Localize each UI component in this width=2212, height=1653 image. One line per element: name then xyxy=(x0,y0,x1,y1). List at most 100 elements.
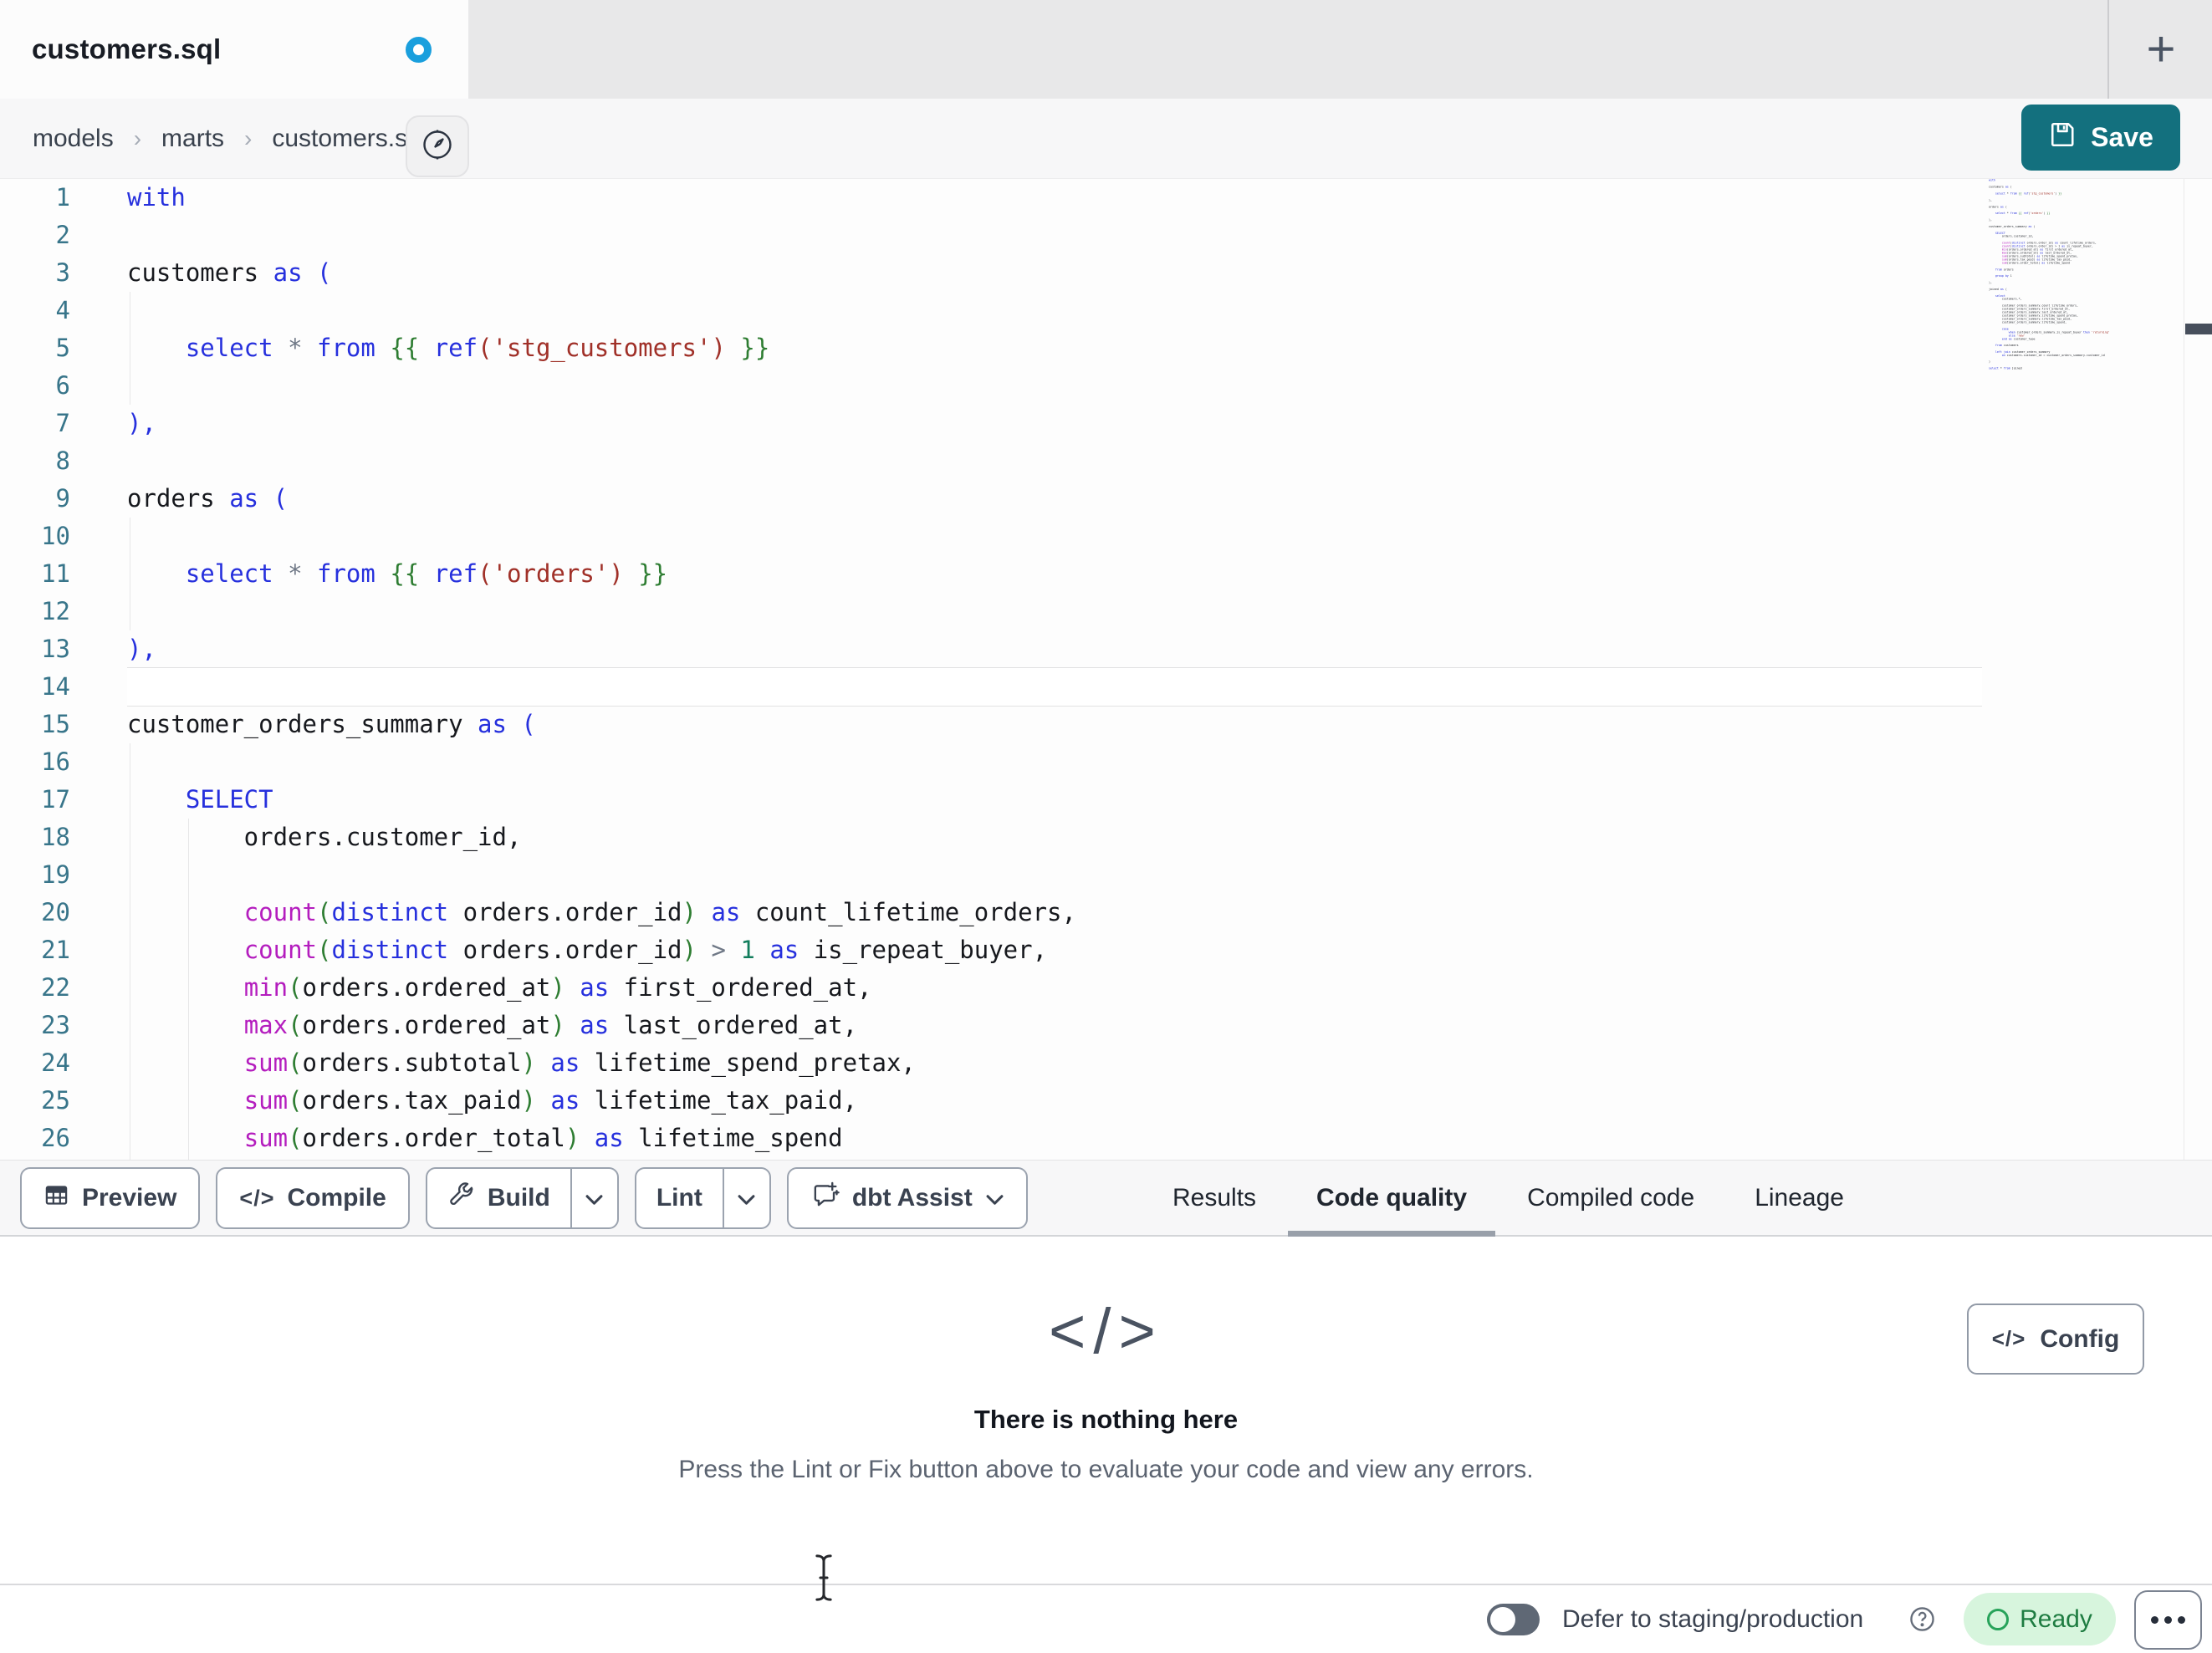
chevron-down-icon xyxy=(985,1184,1004,1212)
code-line[interactable]: 12 xyxy=(0,593,1982,630)
line-number: 6 xyxy=(55,371,70,400)
code-line[interactable]: 8 xyxy=(0,442,1982,480)
code-line[interactable]: 11 select * from {{ ref('orders') }} xyxy=(0,555,1982,593)
compile-button[interactable]: </> Compile xyxy=(216,1167,410,1229)
tab-compiled-code[interactable]: Compiled code xyxy=(1499,1161,1723,1236)
line-number: 13 xyxy=(41,635,70,663)
line-number: 9 xyxy=(55,484,70,513)
compile-button-label: Compile xyxy=(287,1184,386,1212)
chevron-down-icon xyxy=(737,1184,756,1212)
code-line[interactable]: 9 orders as ( xyxy=(0,480,1982,518)
code-icon: </> xyxy=(239,1185,275,1211)
line-number: 3 xyxy=(55,258,70,287)
wrench-icon xyxy=(447,1181,475,1216)
save-button[interactable]: Save xyxy=(2021,105,2180,171)
code-line[interactable]: 26 sum(orders.order_total) as lifetime_s… xyxy=(0,1120,1982,1157)
code-line[interactable]: 21 count(distinct orders.order_id) > 1 a… xyxy=(0,931,1982,969)
code-line[interactable]: 5 select * from {{ ref('stg_customers') … xyxy=(0,329,1982,367)
tabbar-divider xyxy=(2107,0,2109,99)
build-button-main[interactable]: Build xyxy=(427,1169,570,1227)
preview-button[interactable]: Preview xyxy=(20,1167,201,1229)
file-tab-title: customers.sql xyxy=(32,33,222,64)
line-number: 23 xyxy=(41,1011,70,1039)
line-number: 22 xyxy=(41,973,70,1002)
code-line[interactable]: 6 xyxy=(0,367,1982,405)
lint-dropdown-button[interactable] xyxy=(724,1169,769,1227)
breadcrumb-customers-sql[interactable]: customers.sql xyxy=(272,125,427,153)
defer-label: Defer to staging/production xyxy=(1562,1605,1864,1633)
preview-button-label: Preview xyxy=(82,1184,177,1212)
code-line[interactable]: 18 orders.customer_id, xyxy=(0,819,1982,856)
code-line[interactable]: 25 sum(orders.tax_paid) as lifetime_tax_… xyxy=(0,1082,1982,1120)
code-line[interactable]: 10 xyxy=(0,518,1982,555)
dbt-assist-button[interactable]: dbt Assist xyxy=(786,1167,1028,1229)
empty-state-title: There is nothing here xyxy=(973,1405,1239,1434)
line-number: 18 xyxy=(41,823,70,851)
dbt-ide-window: customers.sql + models › marts › custome… xyxy=(0,0,2212,1653)
plus-icon: + xyxy=(2146,21,2176,77)
code-line[interactable]: 16 xyxy=(0,743,1982,781)
build-button-label: Build xyxy=(487,1184,550,1212)
code-line[interactable]: 4 xyxy=(0,292,1982,329)
file-tab-customers-sql[interactable]: customers.sql xyxy=(0,0,468,99)
save-button-label: Save xyxy=(2091,122,2153,152)
tab-lineage[interactable]: Lineage xyxy=(1726,1161,1872,1236)
config-button[interactable]: </> Config xyxy=(1967,1304,2144,1375)
code-line[interactable]: 22 min(orders.ordered_at) as first_order… xyxy=(0,969,1982,1007)
build-dropdown-button[interactable] xyxy=(572,1169,617,1227)
code-line[interactable]: 15 customer_orders_summary as ( xyxy=(0,706,1982,743)
file-subheader: models › marts › customers.sql Save xyxy=(0,99,2212,179)
file-navigate-button[interactable] xyxy=(406,115,469,177)
code-line[interactable]: 7), xyxy=(0,405,1982,442)
code-line[interactable]: 24 sum(orders.subtotal) as lifetime_spen… xyxy=(0,1044,1982,1082)
line-number: 10 xyxy=(41,522,70,550)
code-line[interactable]: 13), xyxy=(0,630,1982,668)
ready-status-label: Ready xyxy=(2020,1605,2092,1633)
line-number: 16 xyxy=(41,747,70,776)
tab-code-quality[interactable]: Code quality xyxy=(1288,1161,1496,1237)
code-line[interactable]: 1 with xyxy=(0,179,1982,217)
line-number: 7 xyxy=(55,409,70,437)
code-line[interactable]: 23 max(orders.ordered_at) as last_ordere… xyxy=(0,1007,1982,1044)
overflow-menu-button[interactable] xyxy=(2134,1590,2202,1650)
ibeam-cursor xyxy=(813,1554,835,1606)
defer-toggle[interactable] xyxy=(1487,1604,1540,1635)
ready-status-icon xyxy=(1987,1608,2010,1630)
breadcrumb: models › marts › customers.sql xyxy=(33,99,427,179)
lint-button-main[interactable]: Lint xyxy=(636,1169,723,1227)
code-line[interactable]: 14 xyxy=(0,668,1982,706)
table-icon xyxy=(43,1182,69,1215)
floppy-disk-icon xyxy=(2048,120,2078,156)
config-button-label: Config xyxy=(2040,1324,2120,1353)
toggle-knob xyxy=(1490,1607,1515,1632)
code-line[interactable]: 17 SELECT xyxy=(0,781,1982,819)
breadcrumb-models[interactable]: models xyxy=(33,125,114,153)
line-number: 1 xyxy=(55,183,70,212)
minimap-content: with customers as ( select * from {{ ref… xyxy=(1989,179,2110,370)
help-icon[interactable] xyxy=(1908,1605,1936,1637)
code-line[interactable]: 3 customers as ( xyxy=(0,254,1982,292)
code-quality-panel: </> There is nothing here Press the Lint… xyxy=(0,1237,2212,1584)
minimap[interactable]: with customers as ( select * from {{ ref… xyxy=(1989,179,2116,446)
code-editor[interactable]: 1 with 2 3 customers as (4 5 select * from {{… xyxy=(0,179,2212,1160)
code-empty-icon: </> xyxy=(1049,1296,1163,1367)
toolbar-buttons: Preview </> Compile Build Lint dbt Assis… xyxy=(20,1167,1028,1229)
tab-results[interactable]: Results xyxy=(1144,1161,1285,1236)
code-line[interactable]: 2 xyxy=(0,217,1982,254)
chevron-down-icon xyxy=(585,1184,604,1212)
line-number: 12 xyxy=(41,597,70,625)
line-number: 15 xyxy=(41,710,70,738)
build-button: Build xyxy=(425,1167,619,1229)
status-badge: Ready xyxy=(1964,1593,2116,1645)
line-number: 25 xyxy=(41,1086,70,1115)
panel-tabs: Results Code quality Compiled code Lineage xyxy=(1144,1161,1872,1237)
scrollbar-cursor-marker[interactable] xyxy=(2185,324,2212,334)
code-line[interactable]: 20 count(distinct orders.order_id) as co… xyxy=(0,894,1982,931)
line-number: 20 xyxy=(41,898,70,926)
new-tab-button[interactable]: + xyxy=(2119,0,2203,99)
status-bar: Defer to staging/production Ready xyxy=(0,1584,2212,1653)
code-line[interactable]: 19 xyxy=(0,856,1982,894)
editor-toolbar: Preview </> Compile Build Lint dbt Assis… xyxy=(0,1160,2212,1237)
breadcrumb-marts[interactable]: marts xyxy=(161,125,224,153)
empty-state: </> There is nothing here Press the Lint… xyxy=(0,1295,2212,1484)
